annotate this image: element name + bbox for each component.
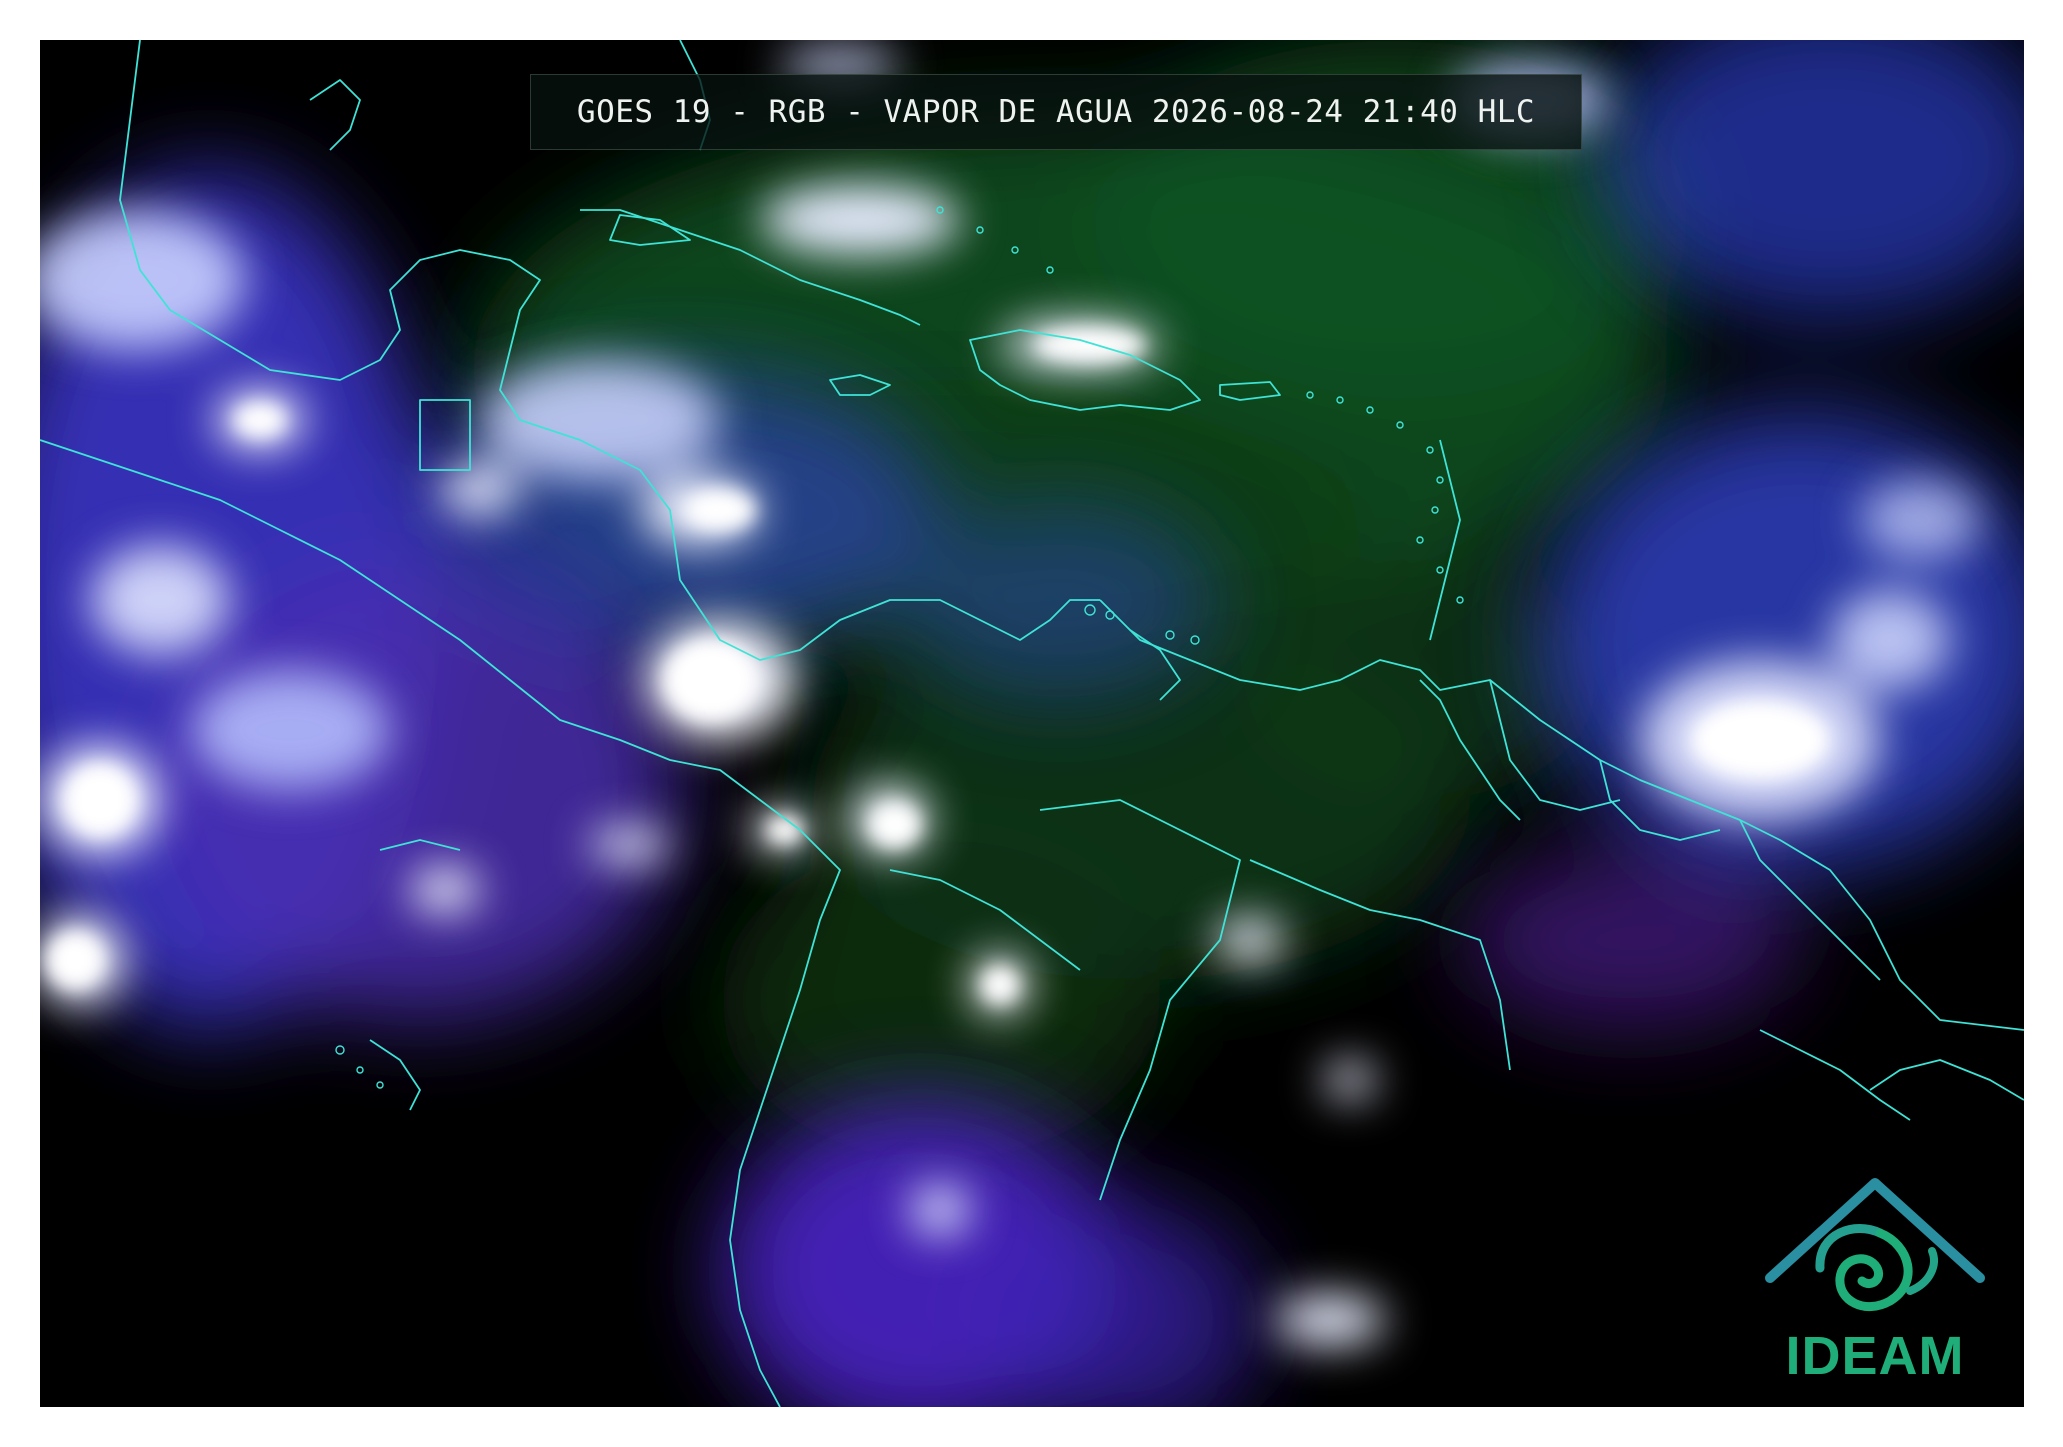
satellite-image-frame: GOES 19 - RGB - VAPOR DE AGUA 2026-08-24… <box>40 40 2024 1407</box>
image-title: GOES 19 - RGB - VAPOR DE AGUA 2026-08-24… <box>576 94 1536 130</box>
image-title-bar: GOES 19 - RGB - VAPOR DE AGUA 2026-08-24… <box>530 74 1582 150</box>
satellite-imagery <box>40 40 2024 1407</box>
ideam-logo-icon <box>1765 1178 1985 1312</box>
ideam-logo: IDEAM <box>1760 1173 1990 1386</box>
ideam-logo-text: IDEAM <box>1785 1326 1965 1386</box>
